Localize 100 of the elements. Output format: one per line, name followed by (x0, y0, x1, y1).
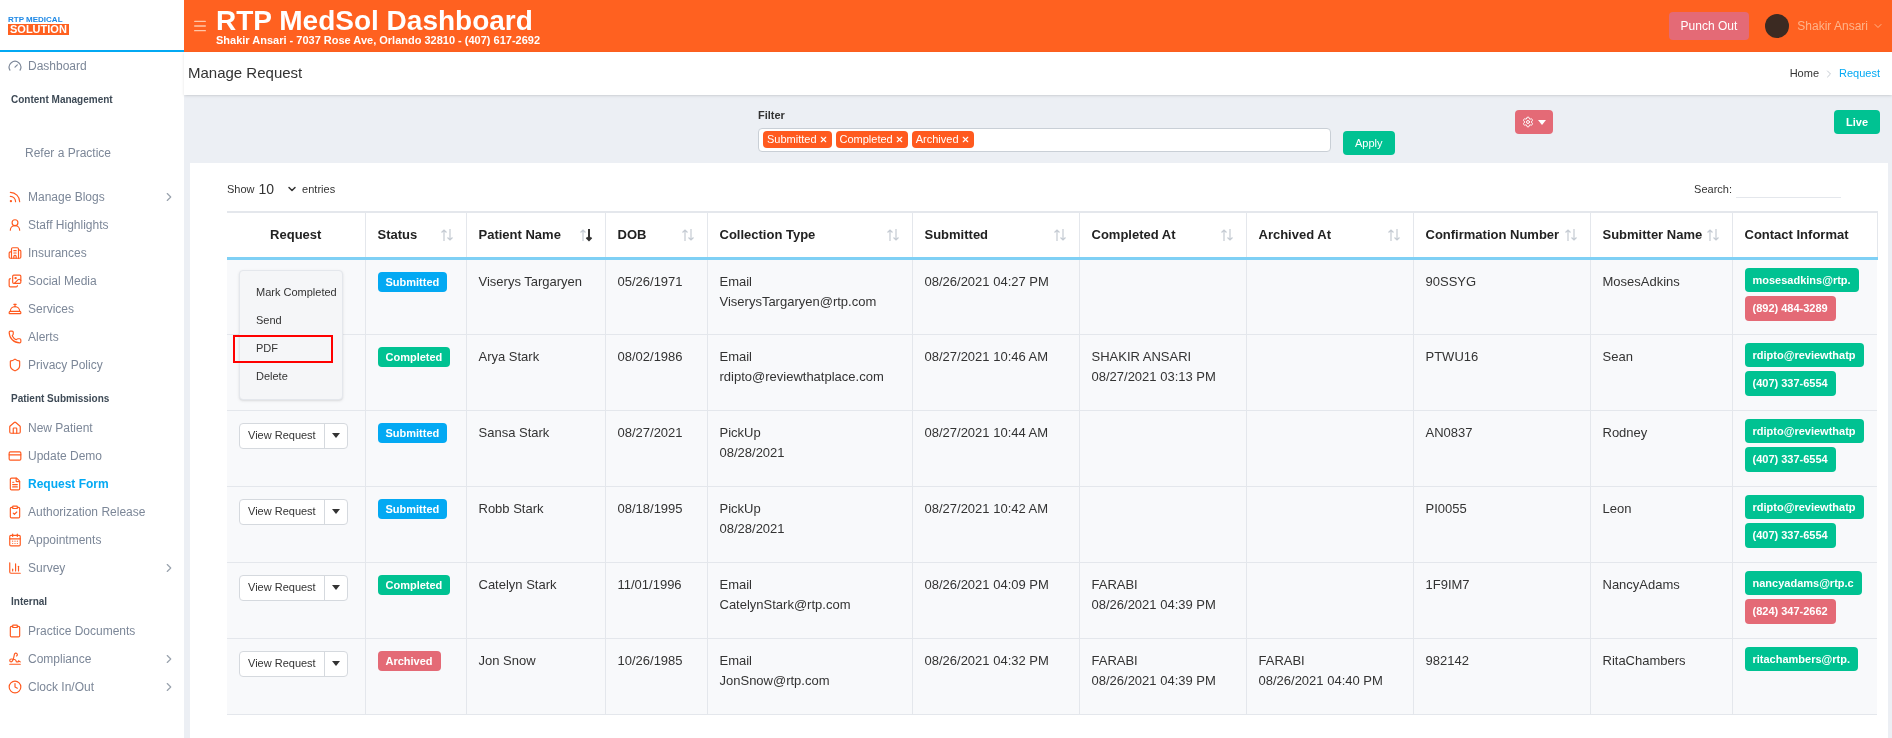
status-badge: Completed (377, 346, 451, 367)
section-heading: Internal (10, 595, 49, 609)
contact-badge: rdipto@reviewthatp (1744, 494, 1864, 519)
column-header[interactable]: Contact Informat (1732, 212, 1877, 258)
table-cell: Rodney (1590, 410, 1732, 486)
contact-badge: rdipto@reviewthatp (1744, 342, 1864, 367)
table-cell: Email rdipto@reviewthatplace.com (707, 334, 912, 410)
sidebar-item[interactable]: Appointments (0, 526, 184, 554)
view-request-button[interactable]: View Request (239, 422, 348, 449)
table-cell: PickUp 08/28/2021 (707, 410, 912, 486)
sidebar-item[interactable]: New Patient (0, 414, 184, 442)
menu-item[interactable]: Delete (240, 362, 342, 391)
entries-select[interactable]: 10 (258, 178, 299, 200)
logo-text: RTP MEDICAL (8, 15, 64, 24)
table-cell: RitaChambers (1590, 638, 1732, 714)
entries-label: entries (302, 181, 337, 197)
view-request-button[interactable]: View Request (239, 498, 348, 525)
table-cell: NancyAdams (1590, 562, 1732, 638)
punch-out-button[interactable]: Punch Out (1668, 12, 1750, 40)
filter-tag[interactable]: Submitted (763, 131, 832, 148)
menu-item[interactable]: PDF (233, 334, 333, 363)
table-cell: 08/02/1986 (605, 334, 707, 410)
section-heading: Patient Submissions (10, 392, 111, 406)
avatar (1765, 14, 1790, 38)
sidebar-item[interactable]: Update Demo (0, 442, 184, 470)
sidebar-item[interactable]: Clock In/Out (0, 673, 184, 701)
table-cell: 05/26/1971 (605, 258, 707, 334)
sidebar-item[interactable]: Request Form (0, 470, 184, 498)
breadcrumb-link[interactable]: Home (1789, 65, 1819, 82)
table-cell: PI0055 (1413, 486, 1590, 562)
table-cell: 08/18/1995 (605, 486, 707, 562)
table-cell: 90SSYG (1413, 258, 1590, 334)
caret-icon (331, 509, 340, 514)
column-header[interactable]: Submitter Name (1590, 212, 1732, 258)
table-cell: 08/27/2021 10:42 AM (912, 486, 1079, 562)
sidebar-item[interactable]: Alerts (0, 323, 184, 351)
filter-tag[interactable]: Completed (835, 131, 908, 148)
remove-icon[interactable] (818, 135, 828, 144)
search-label: Search: (1694, 181, 1732, 197)
sidebar-item[interactable]: Compliance (0, 645, 184, 673)
breadcrumb-link[interactable]: Request (1839, 65, 1880, 82)
caret-icon (331, 433, 340, 438)
column-header[interactable]: DOB (605, 212, 707, 258)
column-header[interactable]: Collection Type (707, 212, 912, 258)
remove-icon[interactable] (894, 135, 904, 144)
status-badge: Submitted (377, 422, 448, 443)
menu-item[interactable]: Mark Completed (240, 278, 342, 307)
column-header[interactable]: Request (227, 212, 365, 258)
column-header[interactable]: Submitted (912, 212, 1079, 258)
column-header[interactable]: Confirmation Number (1413, 212, 1590, 258)
sidebar-item[interactable]: Manage Blogs (0, 183, 184, 211)
section-heading: Content Management (10, 93, 114, 107)
sidebar-item[interactable]: Privacy Policy (0, 351, 184, 379)
table-cell: 10/26/1985 (605, 638, 707, 714)
sidebar-item[interactable]: Survey (0, 554, 184, 582)
table-cell: PickUp 08/28/2021 (707, 486, 912, 562)
apply-button[interactable]: Apply (1343, 131, 1395, 155)
table-cell: 11/01/1996 (605, 562, 707, 638)
table-cell: Catelyn Stark (466, 562, 605, 638)
table-cell: 08/26/2021 04:09 PM (912, 562, 1079, 638)
address-subtitle: Shakir Ansari - 7037 Rose Ave, Orlando 32810 - (407) 617-2692 (216, 34, 542, 46)
sidebar-item[interactable]: Authorization Release (0, 498, 184, 526)
table-cell: 1F9IM7 (1413, 562, 1590, 638)
view-request-button[interactable]: View Request (239, 650, 348, 677)
table-cell: AN0837 (1413, 410, 1590, 486)
caret-icon (331, 661, 340, 666)
filter-tag[interactable]: Archived (911, 131, 974, 148)
view-request-button[interactable]: View Request (239, 574, 348, 601)
table-cell: PTWU16 (1413, 334, 1590, 410)
table-cell: FARABI 08/26/2021 04:40 PM (1246, 638, 1413, 714)
sidebar-item[interactable]: Insurances (0, 239, 184, 267)
column-header[interactable]: Status (365, 212, 466, 258)
sidebar-item[interactable]: Staff Highlights (0, 211, 184, 239)
table-cell: Email ViserysTargaryen@rtp.com (707, 258, 912, 334)
column-header[interactable]: Archived At (1246, 212, 1413, 258)
table-cell: Email JonSnow@rtp.com (707, 638, 912, 714)
table-cell: Sean (1590, 334, 1732, 410)
table-cell: Email CatelynStark@rtp.com (707, 562, 912, 638)
table-cell: 08/26/2021 04:27 PM (912, 258, 1079, 334)
table-cell: Viserys Targaryen (466, 258, 605, 334)
filter-field[interactable]: Submitted Completed Archived (758, 127, 1331, 152)
table-cell: 08/27/2021 10:44 AM (912, 410, 1079, 486)
table-cell: 982142 (1413, 638, 1590, 714)
sidebar-item[interactable]: Practice Documents (0, 617, 184, 645)
remove-icon[interactable] (960, 135, 970, 144)
table-cell: Leon (1590, 486, 1732, 562)
sidebar-item[interactable]: Services (0, 295, 184, 323)
sidebar-item[interactable]: Refer a Practice (0, 139, 184, 167)
sort-icon[interactable] (578, 227, 593, 242)
settings-button[interactable] (1514, 110, 1553, 134)
live-button[interactable]: Live (1834, 110, 1880, 134)
menu-item[interactable]: Send (240, 306, 342, 335)
table-cell: 08/26/2021 04:32 PM (912, 638, 1079, 714)
logo-text: SOLUTION (8, 23, 69, 35)
column-header[interactable]: Completed At (1079, 212, 1246, 258)
sidebar-item[interactable]: Dashboard (0, 52, 184, 80)
contact-badge: ritachambers@rtp. (1744, 646, 1859, 671)
sidebar-item[interactable]: Social Media (0, 267, 184, 295)
table-cell: Arya Stark (466, 334, 605, 410)
column-header[interactable]: Patient Name (466, 212, 605, 258)
